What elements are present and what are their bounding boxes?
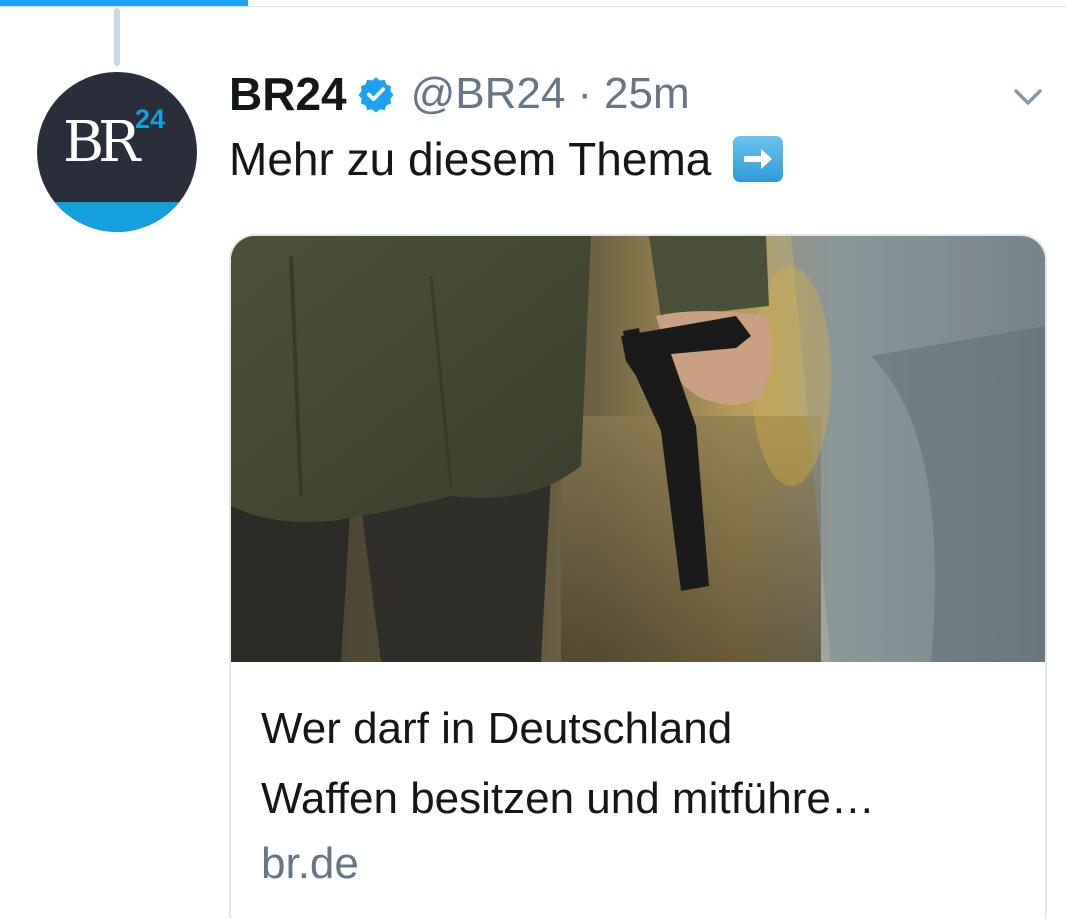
- card-image[interactable]: [231, 236, 1045, 662]
- link-preview-card[interactable]: Wer darf in Deutschland Waffen besitzen …: [229, 234, 1047, 919]
- card-domain[interactable]: br.de: [261, 834, 1021, 894]
- avatar-logo-letters: BR: [63, 110, 140, 175]
- tweet-text-content: Mehr zu diesem Thema: [229, 133, 712, 185]
- verified-icon: [358, 77, 394, 113]
- tweet-text: Mehr zu diesem Thema: [229, 132, 784, 186]
- avatar-logo-number: 24: [135, 104, 166, 134]
- top-divider: [0, 6, 1067, 7]
- tweet-screen: BR 24 BR24 @BR24 · 25m Mehr zu diesem Th…: [0, 0, 1067, 919]
- user-handle[interactable]: @BR24: [411, 69, 566, 119]
- header-separator: ·: [577, 69, 592, 118]
- tweet-timestamp[interactable]: 25m: [604, 69, 690, 119]
- thread-connector-line: [114, 8, 120, 66]
- card-title: Wer darf in Deutschland Waffen besitzen …: [261, 694, 1021, 834]
- card-title-line-2: Waffen besitzen und mitführe…: [261, 774, 875, 823]
- display-name[interactable]: BR24: [229, 67, 347, 121]
- card-title-line-1: Wer darf in Deutschland: [261, 704, 733, 753]
- chevron-down-icon[interactable]: [1008, 82, 1048, 112]
- right-arrow-emoji: [733, 136, 784, 182]
- card-body[interactable]: Wer darf in Deutschland Waffen besitzen …: [261, 694, 1021, 894]
- tweet-header: BR24 @BR24 · 25m: [229, 64, 690, 124]
- article-photo: [231, 236, 1045, 662]
- avatar[interactable]: BR 24: [37, 72, 197, 232]
- avatar-logo-band: [37, 202, 197, 232]
